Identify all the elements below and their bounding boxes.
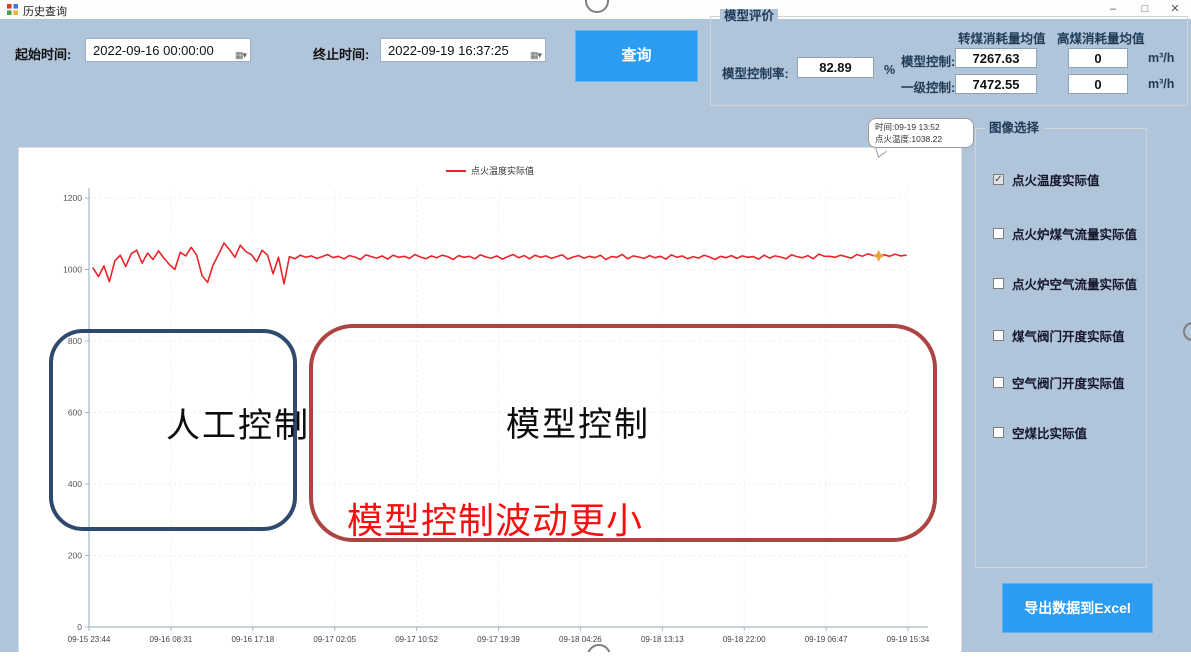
checkbox-item[interactable]: 空气阀门开度实际值 (993, 373, 1125, 392)
row2-value2[interactable]: 0 (1068, 74, 1128, 94)
tooltip-value: 点火温度:1038.22 (875, 133, 967, 145)
svg-text:09-17 02:05: 09-17 02:05 (313, 635, 356, 644)
checkbox-unchecked-icon[interactable] (993, 278, 1004, 289)
svg-text:09-16 17:18: 09-16 17:18 (231, 635, 274, 644)
control-rate-unit: % (884, 63, 895, 77)
checkbox-label: 点火温度实际值 (1012, 170, 1100, 189)
checkbox-label: 空气阀门开度实际值 (1012, 373, 1125, 392)
row1-label: 模型控制: (901, 51, 955, 70)
start-time-picker[interactable]: 2022-09-16 00:00:00 ▦▾ (85, 38, 251, 62)
hover-marker-icon (873, 250, 885, 262)
row2-unit: m³/h (1148, 77, 1174, 91)
checkbox-label: 点火炉煤气流量实际值 (1012, 224, 1137, 243)
end-time-picker[interactable]: 2022-09-19 16:37:25 ▦▾ (380, 38, 546, 62)
control-rate-label: 模型控制率: (722, 63, 789, 82)
checkbox-item[interactable]: 空煤比实际值 (993, 423, 1087, 442)
checkbox-unchecked-icon[interactable] (993, 330, 1004, 341)
row2-label: 一级控制: (901, 77, 955, 96)
image-selection-groupbox: 图像选择 (975, 128, 1147, 568)
svg-text:0: 0 (77, 622, 82, 632)
svg-text:09-15 23:44: 09-15 23:44 (68, 635, 111, 644)
checkbox-unchecked-icon[interactable] (993, 427, 1004, 438)
tooltip-time: 时间:09-19 13:52 (875, 121, 967, 133)
model-control-label: 模型控制 (506, 397, 650, 446)
svg-text:1000: 1000 (63, 265, 82, 275)
calendar-dropdown-icon[interactable]: ▦▾ (530, 43, 541, 67)
checkbox-unchecked-icon[interactable] (993, 377, 1004, 388)
svg-text:09-19 15:34: 09-19 15:34 (887, 635, 930, 644)
svg-text:09-18 13:13: 09-18 13:13 (641, 635, 684, 644)
checkbox-label: 点火炉空气流量实际值 (1012, 274, 1137, 293)
svg-text:09-16 08:31: 09-16 08:31 (150, 635, 193, 644)
manual-control-label: 人工控制 (166, 398, 310, 447)
end-time-value: 2022-09-19 16:37:25 (388, 43, 509, 58)
app-window: 历史查询 – □ ✕ 起始时间: 2022-09-16 00:00:00 ▦▾ … (0, 0, 1191, 664)
checkbox-checked-icon[interactable]: ✓ (993, 174, 1004, 185)
note-text: 模型控制波动更小 (347, 492, 643, 544)
checkbox-label: 煤气阀门开度实际值 (1012, 326, 1125, 345)
calendar-dropdown-icon[interactable]: ▦▾ (235, 43, 246, 67)
checkbox-label: 空煤比实际值 (1012, 423, 1087, 442)
checkbox-item[interactable]: 点火炉煤气流量实际值 (993, 224, 1137, 243)
bottom-strip (0, 652, 1191, 664)
end-time-label: 终止时间: (313, 44, 369, 63)
checkbox-item[interactable]: ✓ 点火温度实际值 (993, 170, 1100, 189)
row2-value1[interactable]: 7472.55 (955, 74, 1037, 94)
svg-text:09-17 10:52: 09-17 10:52 (395, 635, 438, 644)
app-icon (7, 4, 18, 15)
svg-text:1200: 1200 (63, 193, 82, 203)
start-time-label: 起始时间: (15, 44, 71, 63)
window-title: 历史查询 (23, 3, 67, 19)
row1-value1[interactable]: 7267.63 (955, 48, 1037, 68)
checkbox-unchecked-icon[interactable] (993, 228, 1004, 239)
checkbox-item[interactable]: 点火炉空气流量实际值 (993, 274, 1137, 293)
checkbox-item[interactable]: 煤气阀门开度实际值 (993, 326, 1125, 345)
svg-text:09-18 04:26: 09-18 04:26 (559, 635, 602, 644)
svg-text:09-19 06:47: 09-19 06:47 (805, 635, 848, 644)
row1-unit: m³/h (1148, 51, 1174, 65)
edge-circle-right (1183, 322, 1191, 341)
row1-value2[interactable]: 0 (1068, 48, 1128, 68)
col2-header: 高煤消耗量均值 (1057, 28, 1145, 47)
image-selection-title: 图像选择 (985, 121, 1043, 135)
export-excel-button[interactable]: 导出数据到Excel (1002, 583, 1153, 633)
hover-tooltip: 时间:09-19 13:52 点火温度:1038.22 (868, 118, 974, 148)
chart-panel[interactable]: 点火温度实际值 02004006008001000120009-15 23:44… (18, 147, 962, 664)
svg-text:200: 200 (68, 551, 82, 561)
svg-text:09-18 22:00: 09-18 22:00 (723, 635, 766, 644)
svg-text:09-17 19:39: 09-17 19:39 (477, 635, 520, 644)
client-area: 起始时间: 2022-09-16 00:00:00 ▦▾ 终止时间: 2022-… (0, 19, 1191, 652)
start-time-value: 2022-09-16 00:00:00 (93, 43, 214, 58)
model-evaluation-title: 模型评价 (720, 9, 778, 23)
query-button[interactable]: 查询 (575, 30, 698, 82)
col1-header: 转煤消耗量均值 (958, 28, 1046, 47)
control-rate-field[interactable]: 82.89 (797, 57, 874, 78)
